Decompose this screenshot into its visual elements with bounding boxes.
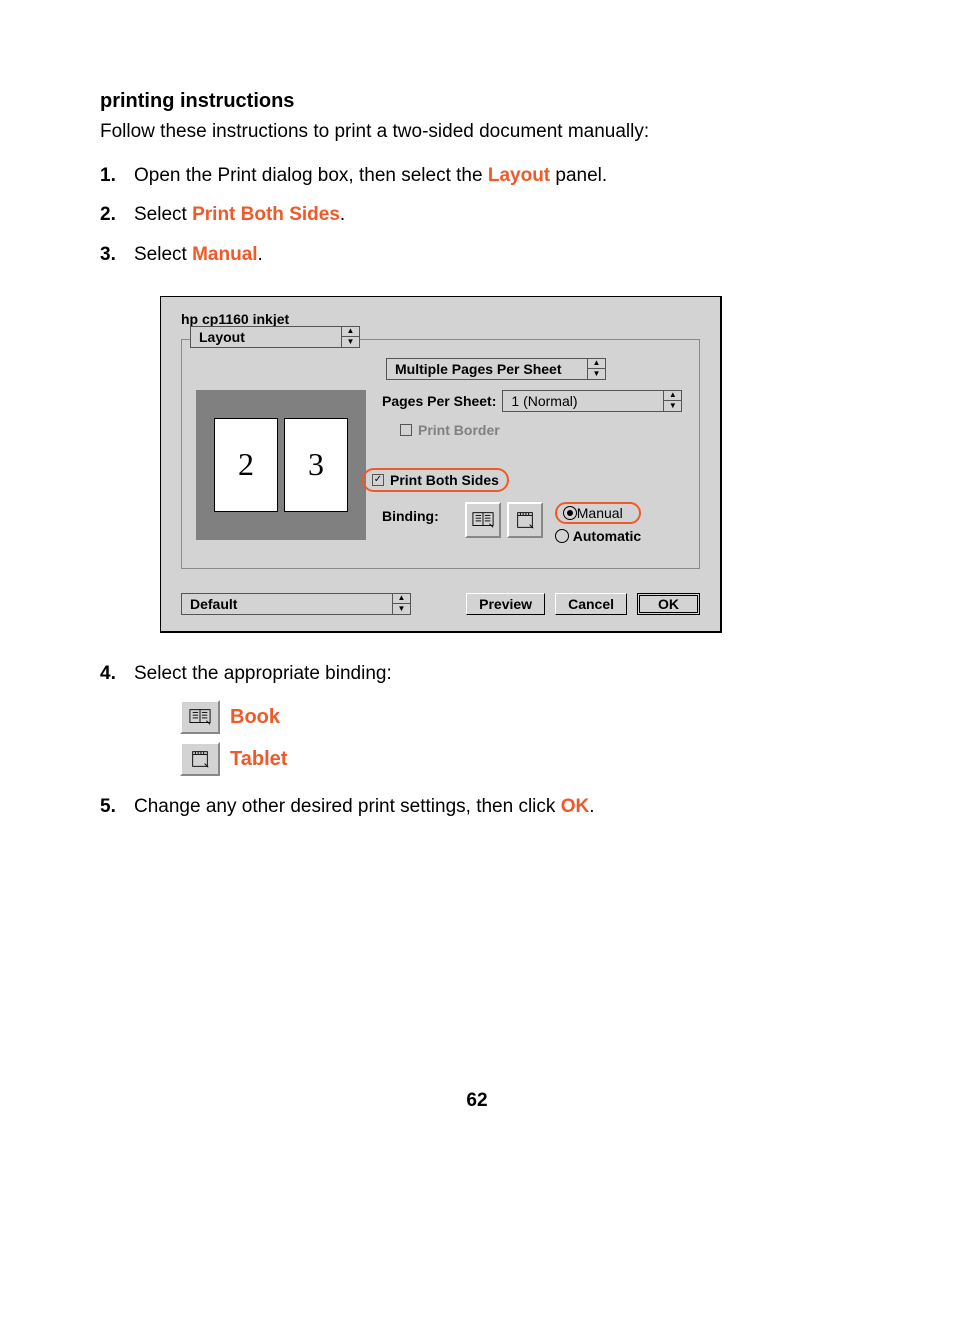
- step-number: 3.: [100, 244, 134, 266]
- binding-tablet-button[interactable]: [507, 502, 543, 538]
- select-label: Multiple Pages Per Sheet: [387, 361, 570, 377]
- highlight-manual: Manual: [192, 244, 257, 265]
- step-text: Open the Print dialog box, then select t…: [134, 163, 607, 189]
- print-both-sides-highlight: Print Both Sides: [362, 468, 509, 492]
- text-fragment: Change any other desired print settings,…: [134, 796, 561, 817]
- step-number: 1.: [100, 165, 134, 187]
- print-both-sides-label: Print Both Sides: [390, 472, 499, 488]
- page-number: 62: [100, 1090, 854, 1112]
- spinner-icon: ▲▼: [663, 390, 681, 412]
- step-3: 3. Select Manual.: [100, 242, 854, 268]
- manual-radio-highlight: Manual: [555, 502, 641, 524]
- text-fragment: Select: [134, 204, 192, 225]
- text-fragment: Open the Print dialog box, then select t…: [134, 165, 488, 186]
- binding-book-label: Book: [230, 706, 280, 729]
- text-fragment: .: [589, 796, 594, 817]
- binding-book-button[interactable]: [465, 502, 501, 538]
- preview-page-2: 2: [214, 418, 278, 512]
- tablet-binding-icon: [514, 510, 536, 530]
- step-4: 4. Select the appropriate binding:: [100, 661, 854, 687]
- print-border-checkbox[interactable]: [400, 424, 412, 436]
- select-value: 1 (Normal): [503, 393, 585, 409]
- spinner-icon: ▲▼: [392, 593, 410, 615]
- step-text: Change any other desired print settings,…: [134, 794, 594, 820]
- dialog-screenshot: hp cp1160 inkjet Layout ▲▼ Multiple Page…: [160, 296, 854, 633]
- binding-book-item: Book: [180, 700, 854, 734]
- step-text: Select Print Both Sides.: [134, 202, 345, 228]
- panel-select[interactable]: Layout ▲▼: [190, 326, 360, 348]
- section-heading: printing instructions: [100, 90, 854, 113]
- manual-label: Manual: [577, 505, 623, 521]
- pages-per-sheet-label: Pages Per Sheet:: [382, 393, 496, 409]
- print-both-sides-checkbox[interactable]: [372, 474, 384, 486]
- print-border-label: Print Border: [418, 422, 500, 438]
- step-number: 2.: [100, 204, 134, 226]
- text-fragment: .: [340, 204, 345, 225]
- highlight-ok: OK: [561, 796, 590, 817]
- text-fragment: panel.: [550, 165, 607, 186]
- automatic-radio[interactable]: [555, 529, 569, 543]
- preview-page-3: 3: [284, 418, 348, 512]
- step-number: 5.: [100, 796, 134, 818]
- binding-label: Binding:: [382, 502, 439, 524]
- highlight-layout: Layout: [488, 165, 550, 186]
- step-1: 1. Open the Print dialog box, then selec…: [100, 163, 854, 189]
- steps-list: 1. Open the Print dialog box, then selec…: [100, 163, 854, 268]
- steps-list-final: 5. Change any other desired print settin…: [100, 794, 854, 820]
- automatic-label: Automatic: [573, 528, 641, 544]
- binding-options: Book Tablet: [180, 700, 854, 776]
- text-fragment: .: [258, 244, 263, 265]
- preview-button[interactable]: Preview: [466, 593, 545, 615]
- step-text: Select the appropriate binding:: [134, 661, 392, 687]
- intro-text: Follow these instructions to print a two…: [100, 119, 854, 145]
- cancel-button[interactable]: Cancel: [555, 593, 627, 615]
- default-label: Default: [182, 596, 245, 612]
- dialog-title: hp cp1160 inkjet: [181, 311, 700, 327]
- tablet-binding-icon-large: [180, 742, 220, 776]
- steps-list-continued: 4. Select the appropriate binding:: [100, 661, 854, 687]
- step-5: 5. Change any other desired print settin…: [100, 794, 854, 820]
- default-select[interactable]: Default ▲▼: [181, 593, 411, 615]
- binding-tablet-item: Tablet: [180, 742, 854, 776]
- highlight-print-both-sides: Print Both Sides: [192, 204, 340, 225]
- step-number: 4.: [100, 663, 134, 685]
- panel-select-value: Layout: [191, 329, 253, 345]
- step-2: 2. Select Print Both Sides.: [100, 202, 854, 228]
- manual-radio[interactable]: [563, 506, 577, 520]
- book-binding-icon: [472, 510, 494, 530]
- binding-tablet-label: Tablet: [230, 748, 287, 771]
- text-fragment: Select: [134, 244, 192, 265]
- ok-button[interactable]: OK: [637, 593, 700, 615]
- spinner-icon: ▲▼: [341, 326, 359, 348]
- book-binding-icon-large: [180, 700, 220, 734]
- layout-fieldset: Layout ▲▼ Multiple Pages Per Sheet ▲▼ 2 …: [181, 339, 700, 569]
- multiple-pages-select[interactable]: Multiple Pages Per Sheet ▲▼: [386, 358, 606, 380]
- spinner-icon: ▲▼: [587, 358, 605, 380]
- step-text: Select Manual.: [134, 242, 263, 268]
- pages-per-sheet-select[interactable]: 1 (Normal) ▲▼: [502, 390, 682, 412]
- page-preview: 2 3: [196, 390, 366, 540]
